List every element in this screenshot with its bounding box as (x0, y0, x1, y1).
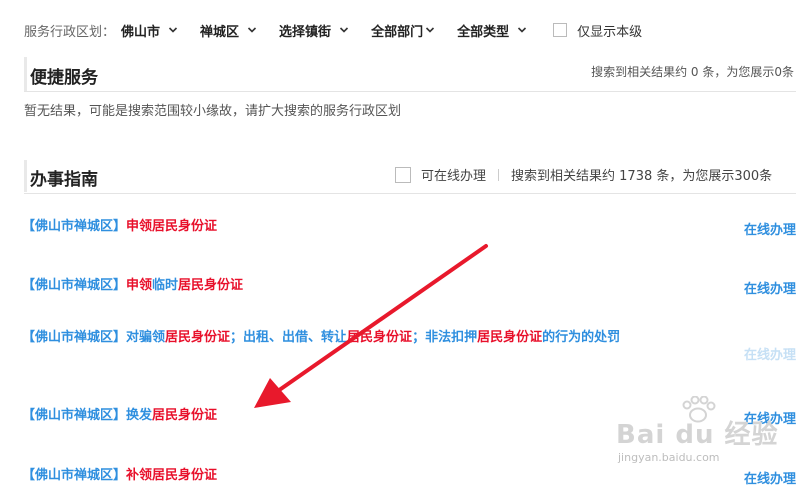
watermark-sub: jingyan.baidu.com (618, 451, 720, 464)
baidu-jingyan-watermark: Bai du 经验 jingyan.baidu.com (616, 396, 779, 464)
paw-icon (682, 396, 716, 423)
